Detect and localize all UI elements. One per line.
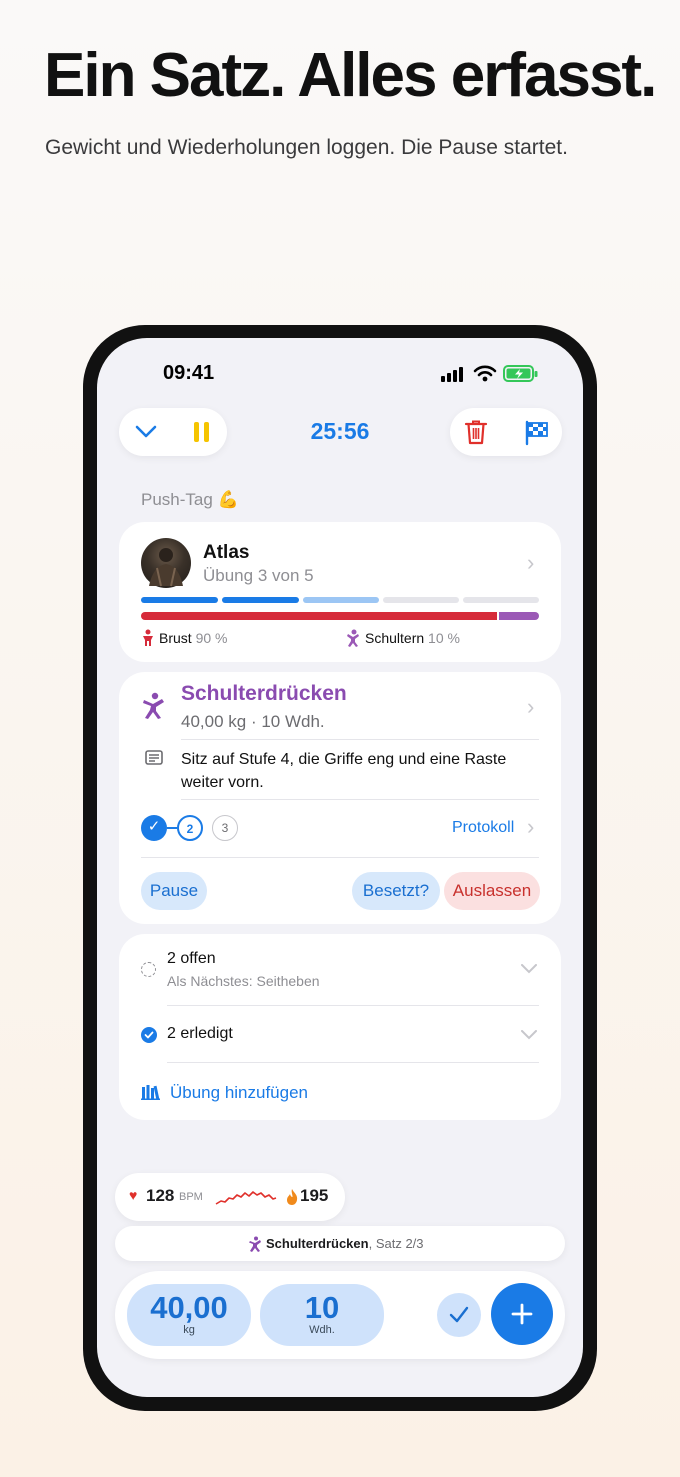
occupied-button[interactable]: Besetzt? — [352, 872, 440, 910]
wifi-icon — [473, 365, 497, 382]
note-icon — [145, 750, 163, 765]
promo-headline: Ein Satz. Alles erfasst. — [44, 41, 657, 110]
set-step-connector — [167, 827, 177, 829]
muscle-chest-name: Brust — [159, 630, 192, 646]
checkmark-circle-icon — [141, 1027, 157, 1043]
exercise-title[interactable]: Schulterdrücken — [181, 682, 347, 706]
progress-segment — [141, 597, 218, 603]
divider — [181, 739, 539, 740]
app-screen: 09:41 25:56 Push-Tag 💪 Atlas Übung 3 von… — [97, 338, 583, 1397]
current-set-text: Schulterdrücken, Satz 2/3 — [266, 1236, 424, 1251]
muscle-split-bar-chest — [141, 612, 497, 620]
muscle-shoulders: Schultern 10 % — [365, 630, 460, 646]
open-next: Als Nächstes: Seitheben — [167, 973, 320, 989]
workout-timer: 25:56 — [310, 418, 370, 444]
divider — [141, 857, 539, 858]
toolbar-right-group — [450, 408, 562, 456]
open-circle-icon — [141, 962, 156, 977]
reps-input[interactable]: 10 Wdh. — [260, 1284, 384, 1346]
library-add-icon — [141, 1085, 160, 1100]
chevron-down-icon[interactable] — [521, 964, 537, 974]
muscle-chest-pct: 90 % — [195, 630, 228, 646]
current-set-exercise: Schulterdrücken — [266, 1236, 369, 1251]
avatar — [141, 538, 191, 588]
avatar-figure-icon — [149, 548, 183, 587]
skip-button[interactable]: Auslassen — [444, 872, 540, 910]
health-pill: ♥ 128 BPM 195 — [115, 1173, 345, 1221]
exercise-detail: 40,00 kg · 10 Wdh. — [181, 712, 325, 731]
open-count[interactable]: 2 offen — [167, 950, 216, 968]
current-set-number: , Satz 2/3 — [368, 1236, 424, 1251]
progress-segment — [463, 597, 539, 603]
chevron-right-icon[interactable]: › — [527, 694, 534, 720]
weight-input[interactable]: 40,00 kg — [127, 1284, 251, 1346]
exercise-figure-icon — [143, 692, 164, 719]
pause-icon[interactable] — [193, 420, 211, 444]
flame-icon — [287, 1189, 298, 1205]
pause-button[interactable]: Pause — [141, 872, 207, 910]
routine-subtitle: Übung 3 von 5 — [203, 566, 314, 585]
calories: 195 — [300, 1186, 329, 1205]
chevron-down-icon[interactable] — [521, 1030, 537, 1040]
divider — [181, 799, 539, 800]
checkmark-icon — [449, 1306, 469, 1323]
confirm-set-button[interactable] — [437, 1293, 481, 1337]
chevron-right-icon: › — [527, 550, 535, 575]
chest-muscle-icon — [143, 629, 153, 646]
exercise-note[interactable]: Sitz auf Stufe 4, die Griffe eng und ein… — [181, 748, 541, 794]
muscle-shoulders-name: Schultern — [365, 630, 425, 646]
finish-flag-icon[interactable] — [524, 420, 550, 446]
trash-icon[interactable] — [464, 419, 488, 445]
add-exercise-button[interactable]: Übung hinzufügen — [170, 1083, 308, 1103]
set-input-bar: 40,00 kg 10 Wdh. — [115, 1271, 565, 1359]
chevron-down-icon[interactable] — [135, 424, 157, 440]
reps-unit: Wdh. — [309, 1324, 335, 1336]
heart-rate-unit: BPM — [179, 1191, 203, 1203]
muscle-split-bar-shoulders — [499, 612, 539, 620]
battery-icon — [503, 365, 538, 382]
muscle-shoulders-pct: 10 % — [428, 630, 460, 646]
plus-icon — [511, 1303, 533, 1325]
queue-card: 2 offen Als Nächstes: Seitheben 2 erledi… — [119, 934, 561, 1120]
reps-value: 10 — [304, 1290, 340, 1325]
phone-frame: 09:41 25:56 Push-Tag 💪 Atlas Übung 3 von… — [83, 325, 597, 1411]
heart-rate: 128 — [146, 1186, 175, 1205]
chevron-right-icon: › — [527, 814, 535, 839]
exercise-card: Schulterdrücken 40,00 kg · 10 Wdh. › Sit… — [119, 672, 561, 924]
exercise-figure-icon — [249, 1236, 261, 1252]
muscle-chest: Brust 90 % — [159, 630, 228, 646]
weight-value: 40,00 — [150, 1290, 228, 1325]
done-count[interactable]: 2 erledigt — [167, 1025, 233, 1043]
progress-segment — [303, 597, 379, 603]
divider — [167, 1005, 539, 1006]
shoulder-muscle-icon — [347, 629, 359, 647]
progress-segment — [383, 597, 459, 603]
protocol-link[interactable]: Protokoll — [452, 819, 514, 837]
status-time: 09:41 — [163, 362, 215, 384]
progress-segment — [222, 597, 299, 603]
signal-icon — [441, 367, 463, 382]
routine-card[interactable]: Atlas Übung 3 von 5 › Brust 90 % Schulte… — [119, 522, 561, 662]
routine-title: Atlas — [203, 542, 250, 563]
workout-name: Push-Tag 💪 — [141, 490, 239, 509]
weight-unit: kg — [183, 1324, 195, 1336]
set-step-current[interactable]: 2 — [177, 815, 203, 841]
promo-subline: Gewicht und Wiederholungen loggen. Die P… — [45, 136, 568, 159]
heart-rate-sparkline — [215, 1191, 277, 1205]
heart-icon: ♥ — [129, 1187, 138, 1203]
set-step-pending[interactable]: 3 — [212, 815, 238, 841]
add-set-button[interactable] — [491, 1283, 553, 1345]
set-step-done[interactable]: ✓ — [141, 815, 167, 841]
divider — [167, 1062, 539, 1063]
current-set-pill[interactable]: Schulterdrücken, Satz 2/3 — [115, 1226, 565, 1261]
toolbar-left-group — [119, 408, 227, 456]
